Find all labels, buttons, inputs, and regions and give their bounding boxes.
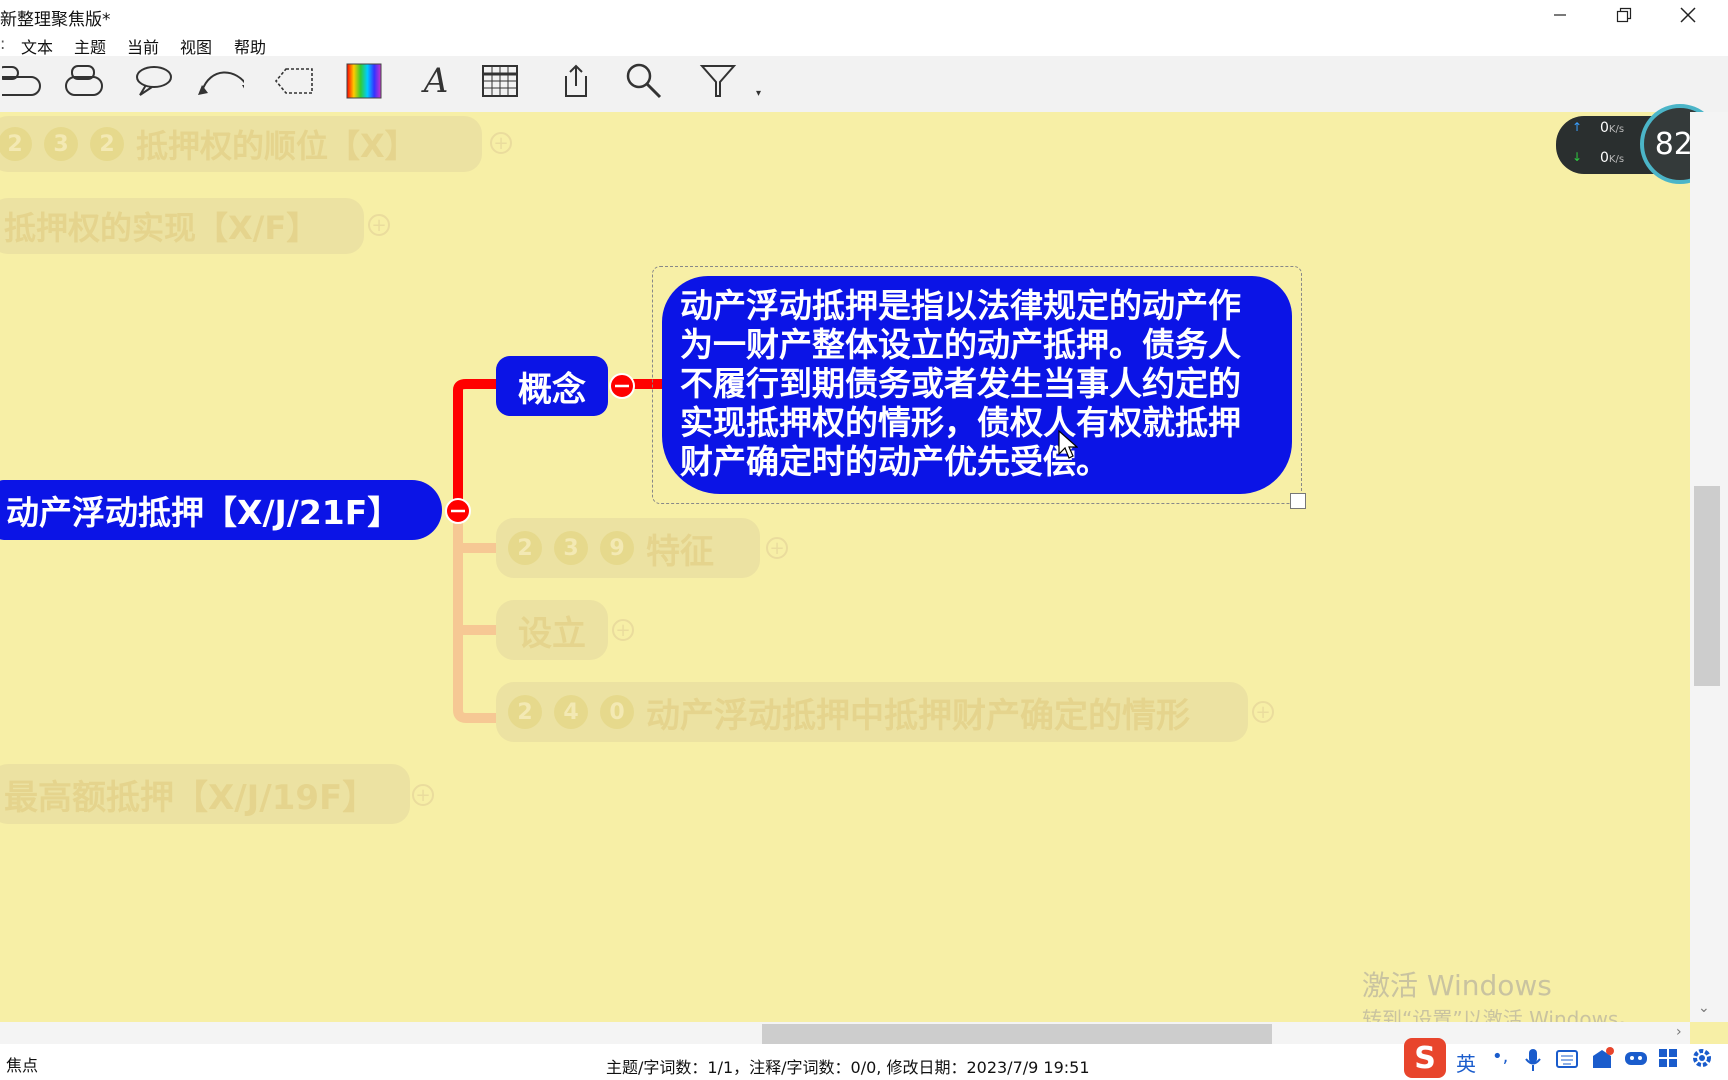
upload-arrow-icon: ↑ [1572,120,1583,134]
expand-plus-icon[interactable]: + [412,784,434,806]
microphone-icon[interactable] [1524,1048,1542,1072]
badge-number: 3 [44,127,78,161]
status-info: 主题/字词数：1/1，注释/字词数：0/0, 修改日期：2023/7/9 19:… [606,1058,1090,1077]
faded-topic-feature[interactable]: 2 3 9 特征 [496,518,760,578]
concept-topic[interactable]: 概念 [496,356,608,416]
collapse-minus-icon[interactable] [608,372,636,400]
concept-topic-label: 概念 [518,369,586,410]
relationship-button[interactable] [196,58,244,104]
badge-number: 2 [508,695,542,729]
faded-topic-order[interactable]: 2 3 2 抵押权的顺位【X】 [0,116,482,172]
close-button[interactable] [1658,0,1718,30]
callout-button[interactable] [128,58,176,104]
faded-topic-determine[interactable]: 2 4 0 动产浮动抵押中抵押财产确定的情形 [496,682,1248,742]
faded-topic-realize[interactable]: 抵押权的实现【X/F】 [0,198,364,254]
menu-help[interactable]: 帮助 [234,34,266,58]
faded-topic-maximum[interactable]: 最高额抵押【X/J/19F】 [0,764,410,824]
topic-label: 设立 [518,613,586,654]
status-focus: 焦点 [6,1056,39,1075]
color-gradient-icon [346,63,382,99]
font-button[interactable]: A [412,58,460,104]
note-line: 为一财产整体设立的动产抵押。债务人 [680,325,1241,364]
expand-plus-icon[interactable]: + [766,537,788,559]
expand-plus-icon[interactable]: + [612,619,634,641]
main-topic-label: 动产浮动抵押【X/J/21F】 [6,493,401,532]
menu-overflow-dot: : [0,34,6,53]
restore-button[interactable] [1594,0,1654,30]
topic-label: 抵押权的实现【X/F】 [4,209,319,247]
table-button[interactable] [476,58,524,104]
faded-topic-setup[interactable]: 设立 [496,600,608,660]
rounded-rect-icon [2,66,41,96]
note-line: 动产浮动抵押是指以法律规定的动产作 [680,286,1241,325]
toolbar [0,56,1728,112]
sogou-ime-icon[interactable]: S [1404,1038,1446,1078]
note-line: 不履行到期债务或者发生当事人约定的 [680,364,1241,403]
horizontal-scroll-thumb[interactable] [762,1024,1272,1044]
filter-button[interactable] [694,58,742,104]
badge-number: 2 [508,531,542,565]
badge-number: 9 [600,531,634,565]
download-speed: 0K/s [1600,150,1625,166]
topic-label: 最高额抵押【X/J/19F】 [4,777,377,818]
curved-arrow-icon [198,71,244,95]
gamepad-icon[interactable] [1624,1048,1648,1068]
menu-topic[interactable]: 主题 [74,34,106,58]
boundary-button[interactable] [270,58,318,104]
ime-punctuation[interactable]: •, [1492,1046,1508,1067]
topic-shape-button[interactable] [0,58,48,104]
mouse-cursor-icon [1058,430,1078,459]
boundary-icon [274,68,313,94]
main-topic[interactable]: 动产浮动抵押【X/J/21F】 [0,480,442,540]
resize-handle[interactable] [1290,493,1306,509]
share-icon [565,64,587,97]
scroll-right-icon[interactable]: › [1676,1024,1682,1040]
subtopic-button[interactable] [60,58,108,104]
topic-label: 特征 [646,531,714,572]
search-icon [626,63,662,99]
menu-text[interactable]: 文本 [21,34,53,58]
collapse-minus-icon[interactable] [444,497,472,525]
toolbox-icon[interactable] [1658,1048,1678,1068]
expand-plus-icon[interactable]: + [1252,701,1274,723]
expand-plus-icon[interactable]: + [368,214,390,236]
filter-icon [699,65,737,97]
table-grid-icon [482,65,518,97]
menu-current[interactable]: 当前 [127,34,159,58]
expand-plus-icon[interactable]: + [490,132,512,154]
badge-number: 3 [554,531,588,565]
download-arrow-icon: ↓ [1572,150,1583,164]
badge-number: 4 [554,695,588,729]
badge-number: 2 [0,127,32,161]
badge-number: 0 [600,695,634,729]
minimize-icon [1554,14,1566,16]
scroll-down-icon[interactable]: ⌄ [1698,1000,1710,1016]
stacked-shapes-icon [65,65,103,96]
search-button[interactable] [620,58,668,104]
restore-icon [1616,7,1632,23]
badge-number: 2 [90,127,124,161]
keyboard-icon[interactable] [1556,1050,1578,1068]
vertical-scroll-thumb[interactable] [1694,486,1720,686]
export-button[interactable] [552,58,600,104]
speech-bubble-icon [136,66,172,96]
note-topic[interactable]: 动产浮动抵押是指以法律规定的动产作 为一财产整体设立的动产抵押。债务人 不履行到… [662,276,1292,494]
upload-speed: 0K/s [1600,120,1625,136]
menu-view[interactable]: 视图 [180,34,212,58]
title-bar [0,0,1728,32]
topic-label: 动产浮动抵押中抵押财产确定的情形 [646,695,1190,736]
close-icon [1680,7,1696,23]
toolbar-overflow-icon[interactable]: ▾ [756,88,761,99]
ime-language[interactable]: 英 [1456,1048,1476,1077]
note-line: 实现抵押权的情形，债权人有权就抵押 [680,403,1241,442]
topic-label: 抵押权的顺位【X】 [136,127,417,165]
skin-icon[interactable] [1590,1046,1614,1070]
activation-watermark-title: 激活 Windows [1362,969,1552,1002]
note-line: 财产确定时的动产优先受偿。 [680,442,1109,481]
minimize-button[interactable] [1530,0,1590,30]
window-title: 新整理聚焦版* [0,10,111,30]
settings-gear-icon[interactable] [1690,1046,1714,1070]
font-a-icon: A [423,61,449,101]
color-button[interactable] [340,58,388,104]
